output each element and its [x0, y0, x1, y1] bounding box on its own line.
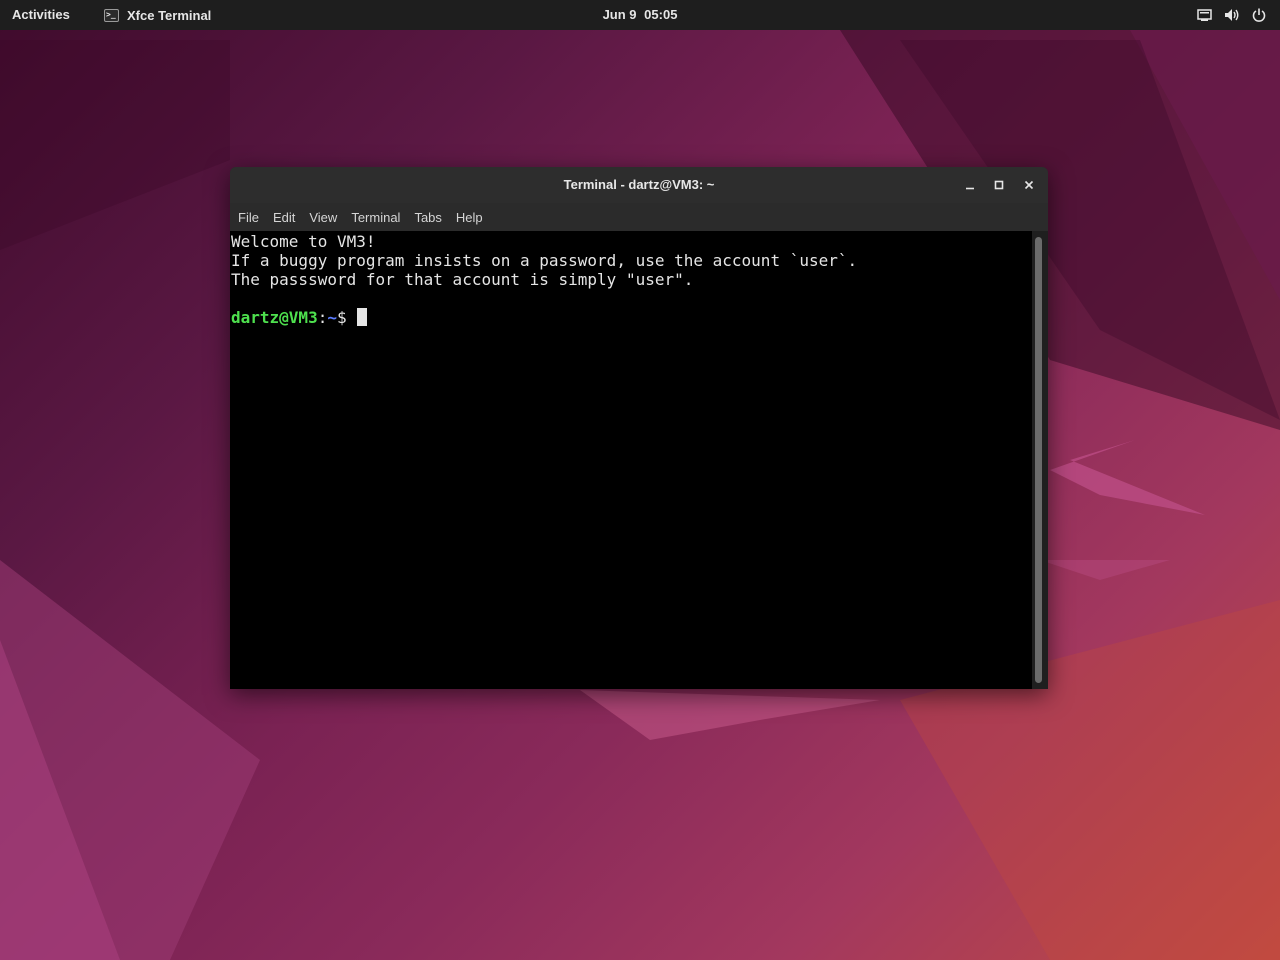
top-panel: Activities >_ Xfce Terminal Jun 9 05:05	[0, 0, 1280, 30]
menu-help[interactable]: Help	[456, 210, 483, 225]
system-tray[interactable]	[1197, 0, 1266, 30]
minimize-icon	[966, 187, 974, 190]
prompt-user-host: dartz@VM3	[231, 308, 318, 327]
menu-view[interactable]: View	[309, 210, 337, 225]
menu-terminal[interactable]: Terminal	[351, 210, 400, 225]
menu-edit[interactable]: Edit	[273, 210, 295, 225]
minimize-button[interactable]	[961, 176, 979, 194]
clock-time: 05:05	[644, 7, 678, 22]
menu-bar: File Edit View Terminal Tabs Help	[230, 203, 1048, 231]
command-prompt[interactable]: dartz@VM3:~$	[231, 308, 368, 327]
network-icon	[1197, 8, 1212, 22]
maximize-button[interactable]	[990, 176, 1008, 194]
terminal-output[interactable]: Welcome to VM3! If a buggy program insis…	[230, 231, 1048, 689]
prompt-symbol: $	[336, 308, 357, 327]
menu-tabs[interactable]: Tabs	[414, 210, 441, 225]
window-title: Terminal - dartz@VM3: ~	[563, 177, 715, 192]
prompt-separator: :	[317, 308, 328, 327]
terminal-line: If a buggy program insists on a password…	[231, 251, 858, 270]
power-icon	[1252, 8, 1266, 22]
prompt-path: ~	[327, 308, 337, 327]
menu-file[interactable]: File	[238, 210, 259, 225]
close-button[interactable]	[1020, 176, 1038, 194]
text-cursor	[357, 308, 368, 326]
volume-icon	[1224, 8, 1240, 22]
terminal-line: The passsword for that account is simply…	[231, 270, 694, 289]
close-icon	[1024, 180, 1034, 190]
window-titlebar[interactable]: Terminal - dartz@VM3: ~	[230, 167, 1048, 203]
clock-button[interactable]: Jun 9 05:05	[0, 0, 1280, 30]
terminal-window: Terminal - dartz@VM3: ~ File Edit View T…	[230, 167, 1048, 689]
terminal-line: Welcome to VM3!	[231, 232, 376, 251]
clock-date: Jun 9	[602, 7, 637, 22]
maximize-icon	[994, 180, 1004, 190]
scrollbar-thumb[interactable]	[1035, 237, 1042, 683]
